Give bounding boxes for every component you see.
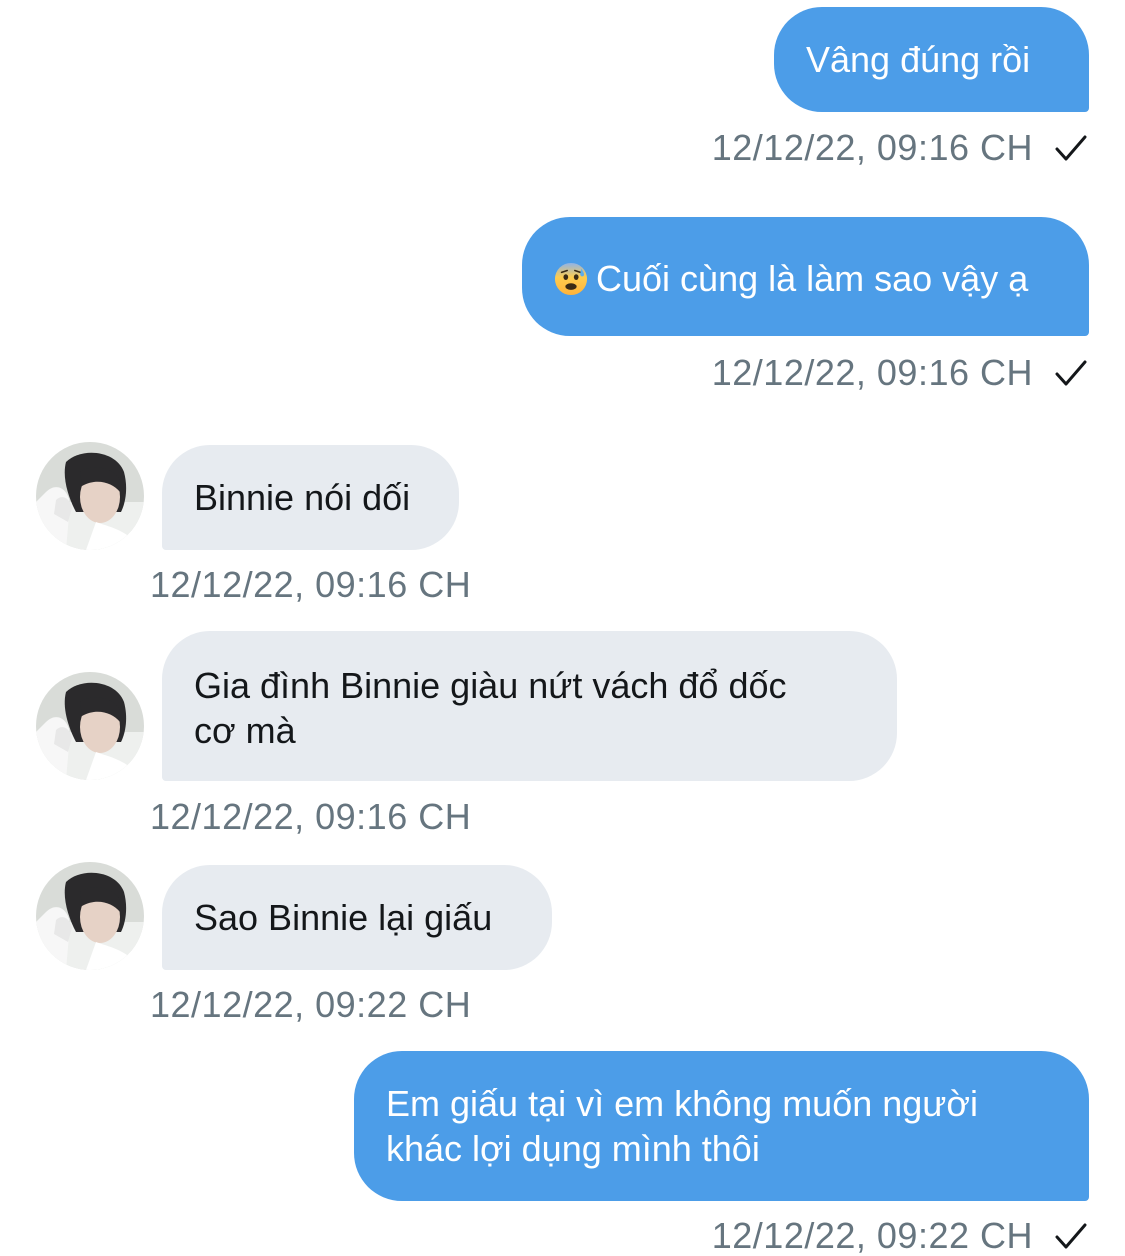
message-bubble-received[interactable]: Sao Binnie lại giấu [162, 865, 552, 970]
message-bubble-received[interactable]: Gia đình Binnie giàu nứt vách đổ dốc cơ … [162, 631, 897, 781]
anxious-face-with-sweat-emoji [554, 262, 588, 296]
check-icon [1055, 135, 1087, 161]
message-text: Binnie nói dối [194, 477, 411, 518]
message-bubble-received[interactable]: Binnie nói dối [162, 445, 459, 550]
message-text: Cuối cùng là làm sao vậy ạ [596, 258, 1029, 299]
message-text-line: khác lợi dụng mình thôi [386, 1128, 760, 1169]
message-timestamp: 12/12/22, 09:16 CH [711, 127, 1033, 168]
message-text: Sao Binnie lại giấu [194, 897, 493, 938]
message-text: Vâng đúng rồi [806, 39, 1031, 80]
avatar[interactable] [36, 442, 144, 550]
message-bubble-sent[interactable]: Cuối cùng là làm sao vậy ạ [522, 217, 1089, 336]
message-timestamp: 12/12/22, 09:16 CH [711, 352, 1033, 393]
message-text-line: cơ mà [194, 710, 296, 751]
message-timestamp: 12/12/22, 09:16 CH [150, 564, 472, 605]
message-bubble-sent[interactable]: Vâng đúng rồi [774, 7, 1089, 112]
check-icon [1055, 360, 1087, 386]
message-timestamp: 12/12/22, 09:16 CH [150, 796, 472, 837]
message-bubble-sent[interactable]: Em giấu tại vì em không muốn người khác … [354, 1051, 1089, 1201]
message-text-wrap: Cuối cùng là làm sao vậy ạ [554, 256, 1089, 301]
message-timestamp: 12/12/22, 09:22 CH [150, 984, 472, 1025]
message-timestamp: 12/12/22, 09:22 CH [711, 1215, 1033, 1256]
message-text-line: Em giấu tại vì em không muốn người [386, 1083, 978, 1124]
avatar[interactable] [36, 672, 144, 780]
check-icon [1055, 1223, 1087, 1249]
avatar[interactable] [36, 862, 144, 970]
message-text-line: Gia đình Binnie giàu nứt vách đổ dốc [194, 665, 787, 706]
